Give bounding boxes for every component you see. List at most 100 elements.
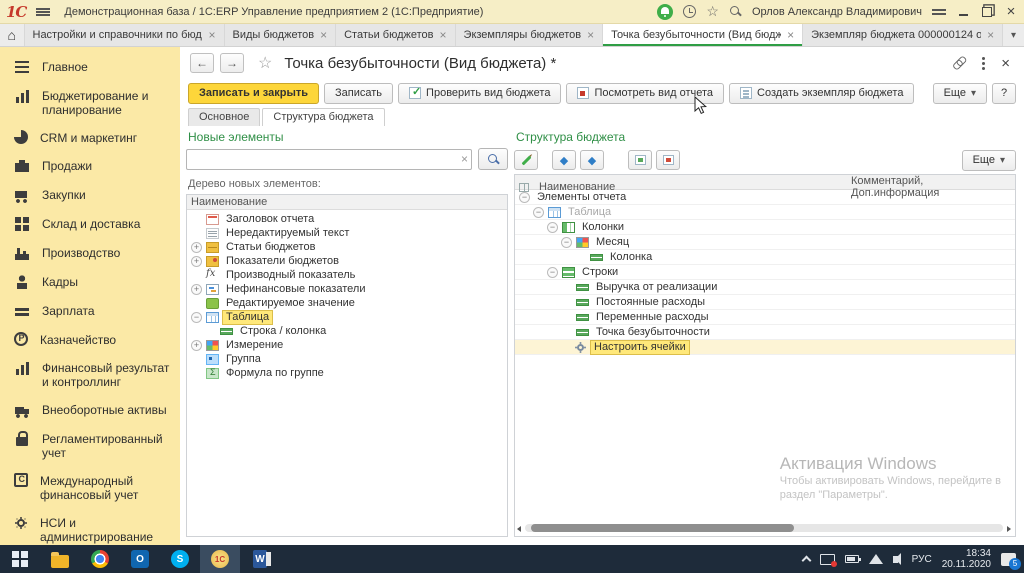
tree-row[interactable]: +Измерение: [187, 338, 507, 352]
sidebar-item-assets[interactable]: Внеоборотные активы: [0, 396, 180, 425]
sidebar-item-salary[interactable]: Зарплата: [0, 297, 180, 326]
start-taskbar-button[interactable]: [0, 545, 40, 573]
search-input[interactable]: [186, 149, 472, 170]
display-tray-icon[interactable]: [820, 554, 835, 565]
tree-row[interactable]: −Таблица: [515, 205, 1015, 220]
sidebar-item-regulated[interactable]: Регламентированный учет: [0, 425, 180, 467]
skype-taskbar-button[interactable]: S: [160, 545, 200, 573]
tab-close-icon[interactable]: ×: [987, 28, 994, 42]
scroll-left-icon[interactable]: [517, 526, 521, 532]
clear-search-icon[interactable]: [461, 152, 468, 166]
collapse-icon[interactable]: −: [533, 207, 544, 218]
home-tab[interactable]: [0, 24, 25, 46]
chrome-taskbar-button[interactable]: [80, 545, 120, 573]
window-tab[interactable]: Экземпляр бюджета 000000124 о...×: [803, 24, 1003, 46]
collapse-icon[interactable]: −: [547, 267, 558, 278]
tree-row[interactable]: +Нефинансовые показатели: [187, 282, 507, 296]
tree-row[interactable]: −Колонки: [515, 220, 1015, 235]
show-hidden-icons-icon[interactable]: [801, 556, 811, 566]
tab-structure[interactable]: Структура бюджета: [262, 108, 384, 126]
volume-icon[interactable]: [893, 556, 898, 563]
service-menu-icon[interactable]: [932, 9, 946, 11]
collapse-icon[interactable]: −: [519, 192, 530, 203]
tree-row[interactable]: +Показатели бюджетов: [187, 254, 507, 268]
scrollbar-thumb[interactable]: [531, 524, 794, 532]
action-center-icon[interactable]: 5: [1001, 553, 1016, 566]
search-button[interactable]: [478, 148, 508, 170]
onec-taskbar-button[interactable]: 1С: [200, 545, 240, 573]
collapse-icon[interactable]: −: [547, 222, 558, 233]
word-taskbar-button[interactable]: W: [240, 545, 280, 573]
tab-close-icon[interactable]: ×: [320, 28, 327, 42]
move-in-table-button[interactable]: [628, 150, 652, 170]
tab-close-icon[interactable]: ×: [587, 28, 594, 42]
tree-row[interactable]: +Статьи бюджетов: [187, 240, 507, 254]
tree-row[interactable]: Настроить ячейки: [515, 340, 1015, 355]
search-icon[interactable]: [729, 5, 742, 18]
sidebar-item-budgeting[interactable]: Бюджетирование и планирование: [0, 82, 180, 124]
battery-icon[interactable]: [845, 555, 859, 563]
expand-icon[interactable]: +: [191, 340, 202, 351]
language-indicator[interactable]: РУС: [912, 554, 932, 565]
move-up-button[interactable]: [552, 150, 576, 170]
main-menu-icon[interactable]: [36, 8, 50, 16]
forward-button[interactable]: [220, 53, 244, 73]
save-button[interactable]: Записать: [324, 83, 393, 104]
expand-icon[interactable]: +: [191, 242, 202, 253]
back-button[interactable]: [190, 53, 214, 73]
tree-row[interactable]: −Элементы отчета: [515, 190, 1015, 205]
tree-row[interactable]: Колонка: [515, 250, 1015, 265]
window-tab[interactable]: Экземпляры бюджетов×: [456, 24, 604, 46]
sidebar-item-main[interactable]: Главное: [0, 53, 180, 82]
notifications-bell-icon[interactable]: [657, 4, 673, 20]
window-tab[interactable]: Настройки и справочники по бюдж...×: [25, 24, 225, 46]
structure-more-button[interactable]: Еще: [962, 150, 1016, 171]
tree-row[interactable]: Строка / колонка: [187, 324, 507, 338]
tree-row[interactable]: Группа: [187, 352, 507, 366]
sidebar-item-hr[interactable]: Кадры: [0, 268, 180, 297]
outlook-taskbar-button[interactable]: O: [120, 545, 160, 573]
sidebar-item-admin[interactable]: НСИ и администрирование: [0, 509, 180, 545]
create-budget-instance-button[interactable]: Создать экземпляр бюджета: [729, 83, 914, 104]
tree-row[interactable]: Точка безубыточности: [515, 325, 1015, 340]
more-button[interactable]: Еще: [933, 83, 987, 104]
user-name[interactable]: Орлов Александр Владимирович: [752, 6, 922, 18]
window-tab[interactable]: Виды бюджетов×: [225, 24, 337, 46]
restore-icon[interactable]: [980, 5, 994, 19]
tree-row[interactable]: −Строки: [515, 265, 1015, 280]
expand-icon[interactable]: +: [191, 256, 202, 267]
collapse-icon[interactable]: −: [561, 237, 572, 248]
tree-row[interactable]: Постоянные расходы: [515, 295, 1015, 310]
horizontal-scrollbar[interactable]: [525, 524, 1003, 532]
kebab-menu-icon[interactable]: [982, 57, 985, 60]
sidebar-item-sales[interactable]: Продажи: [0, 152, 180, 181]
tab-close-icon[interactable]: ×: [787, 28, 794, 42]
wifi-icon[interactable]: [869, 554, 883, 564]
sidebar-item-production[interactable]: Производство: [0, 239, 180, 268]
edit-button[interactable]: [514, 150, 538, 170]
tree-row[interactable]: Нередактируемый текст: [187, 226, 507, 240]
sidebar-item-purchases[interactable]: Закупки: [0, 181, 180, 210]
expand-icon[interactable]: +: [191, 284, 202, 295]
taskbar-clock[interactable]: 18:34 20.11.2020: [942, 548, 991, 570]
check-budget-view-button[interactable]: Проверить вид бюджета: [398, 83, 561, 104]
sidebar-item-treasury[interactable]: Казначейство: [0, 326, 180, 354]
tab-close-icon[interactable]: ×: [440, 28, 447, 42]
collapse-icon[interactable]: −: [191, 312, 202, 323]
help-button[interactable]: ?: [992, 83, 1016, 104]
save-close-button[interactable]: Записать и закрыть: [188, 83, 319, 104]
get-link-icon[interactable]: [949, 53, 969, 73]
tree-row[interactable]: −Месяц: [515, 235, 1015, 250]
tree-row[interactable]: Заголовок отчета: [187, 212, 507, 226]
minimize-icon[interactable]: [956, 5, 970, 19]
move-down-button[interactable]: [580, 150, 604, 170]
sidebar-item-ifrs[interactable]: Международный финансовый учет: [0, 467, 180, 509]
sidebar-item-crm[interactable]: CRM и маркетинг: [0, 124, 180, 152]
remove-from-table-button[interactable]: [656, 150, 680, 170]
tree-row[interactable]: −Таблица: [187, 310, 507, 324]
tab-close-icon[interactable]: ×: [208, 28, 215, 42]
close-form-icon[interactable]: [1001, 55, 1010, 72]
favorite-star-icon[interactable]: [258, 53, 272, 73]
sidebar-item-warehouse[interactable]: Склад и доставка: [0, 210, 180, 239]
window-tab[interactable]: Статьи бюджетов×: [336, 24, 455, 46]
